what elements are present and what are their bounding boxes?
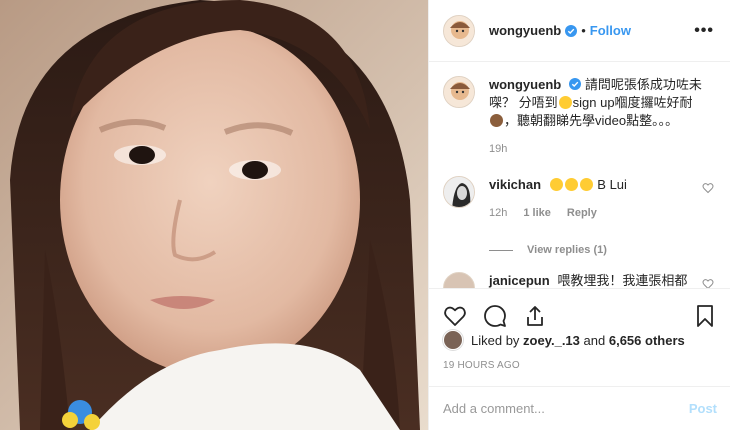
comment-item: janicepun 喂教埋我！我連張相都 bbox=[443, 272, 714, 288]
likes-prefix: Liked by bbox=[471, 332, 520, 348]
comment-meta: 12h 1 like Reply bbox=[489, 204, 694, 222]
heart-small-icon[interactable] bbox=[702, 182, 714, 194]
caption: wongyuenb 請問呢張係成功咗未㗎？ 分唔到 sign up嗰度攞咗好耐 ，聽… bbox=[443, 76, 714, 158]
post-comment-button[interactable]: Post bbox=[689, 401, 717, 416]
comment-username[interactable]: janicepun bbox=[489, 273, 550, 288]
comment-item: vikichan B Lui 12h 1 like Reply bbox=[443, 176, 714, 222]
caption-text-2: sign up嗰度攞咗好耐 bbox=[572, 95, 693, 110]
caption-text-3: ，聽朝翻睇先學video點整。。。 bbox=[504, 113, 679, 128]
comment-username[interactable]: vikichan bbox=[489, 177, 541, 192]
comments-list[interactable]: wongyuenb 請問呢張係成功咗未㗎？ 分唔到 sign up嗰度攞咗好耐 ，聽… bbox=[429, 62, 730, 288]
rofl-emoji-icon bbox=[564, 178, 578, 191]
rofl-emoji-icon bbox=[579, 178, 593, 191]
post-photo[interactable] bbox=[0, 0, 428, 430]
commenter-avatar[interactable] bbox=[443, 272, 475, 288]
heart-icon[interactable] bbox=[443, 304, 467, 328]
liker-username[interactable]: zoey._.13 bbox=[523, 333, 580, 348]
share-icon[interactable] bbox=[523, 304, 547, 328]
heart-small-icon[interactable] bbox=[702, 278, 714, 288]
avatar-cartoon-icon bbox=[444, 15, 474, 46]
comment-text: B Lui bbox=[597, 177, 627, 192]
action-bar bbox=[429, 288, 730, 330]
verified-badge-icon bbox=[565, 24, 578, 37]
bookmark-icon[interactable] bbox=[693, 304, 717, 328]
comment-body: janicepun 喂教埋我！我連張相都 bbox=[489, 272, 694, 288]
rofl-emoji-icon bbox=[549, 178, 563, 191]
person-facepalm-emoji-icon bbox=[490, 114, 503, 127]
instagram-post: wongyuenb • Follow ••• wongyuenb 請問呢張係成功… bbox=[0, 0, 730, 430]
follow-button[interactable]: Follow bbox=[590, 23, 631, 38]
caption-time[interactable]: 19h bbox=[489, 140, 507, 158]
replies-line bbox=[489, 249, 513, 251]
selfie-image bbox=[0, 0, 428, 430]
likes-middle: and bbox=[583, 332, 606, 348]
caption-username[interactable]: wongyuenb bbox=[489, 77, 561, 92]
comment-body: vikichan B Lui 12h 1 like Reply bbox=[489, 176, 694, 222]
author-avatar[interactable] bbox=[443, 14, 475, 47]
comment-likes[interactable]: 1 like bbox=[523, 204, 551, 222]
avatar-photo-icon bbox=[444, 177, 474, 207]
view-replies-label: View replies (1) bbox=[527, 244, 607, 256]
author-username[interactable]: wongyuenb bbox=[489, 23, 561, 38]
more-options-icon[interactable]: ••• bbox=[694, 22, 714, 40]
avatar-cartoon-icon bbox=[444, 77, 474, 107]
liker-avatar[interactable] bbox=[443, 330, 463, 350]
verified-badge-icon bbox=[569, 78, 582, 90]
separator-dot: • bbox=[581, 23, 586, 38]
caption-avatar[interactable] bbox=[443, 76, 475, 108]
grinning-sweat-emoji-icon bbox=[558, 96, 572, 109]
view-replies-button[interactable]: View replies (1) bbox=[489, 244, 714, 256]
caption-body: wongyuenb 請問呢張係成功咗未㗎？ 分唔到 sign up嗰度攞咗好耐 ，聽… bbox=[489, 76, 714, 158]
post-timestamp[interactable]: 19 HOURS AGO bbox=[443, 360, 520, 371]
likes-others[interactable]: 6,656 others bbox=[609, 333, 685, 348]
likes-summary: Liked by zoey._.13 and 6,656 others bbox=[443, 330, 685, 350]
add-comment-input[interactable] bbox=[443, 401, 689, 416]
reply-button[interactable]: Reply bbox=[567, 204, 597, 222]
caption-meta: 19h bbox=[489, 140, 714, 158]
commenter-avatar[interactable] bbox=[443, 176, 475, 208]
comment-text: 喂教埋我！我連張相都 bbox=[557, 273, 688, 288]
comment-time[interactable]: 12h bbox=[489, 204, 507, 222]
add-comment-bar: Post bbox=[429, 386, 730, 430]
post-header: wongyuenb • Follow ••• bbox=[429, 0, 730, 62]
comment-icon[interactable] bbox=[483, 304, 507, 328]
post-sidebar: wongyuenb • Follow ••• wongyuenb 請問呢張係成功… bbox=[428, 0, 730, 430]
